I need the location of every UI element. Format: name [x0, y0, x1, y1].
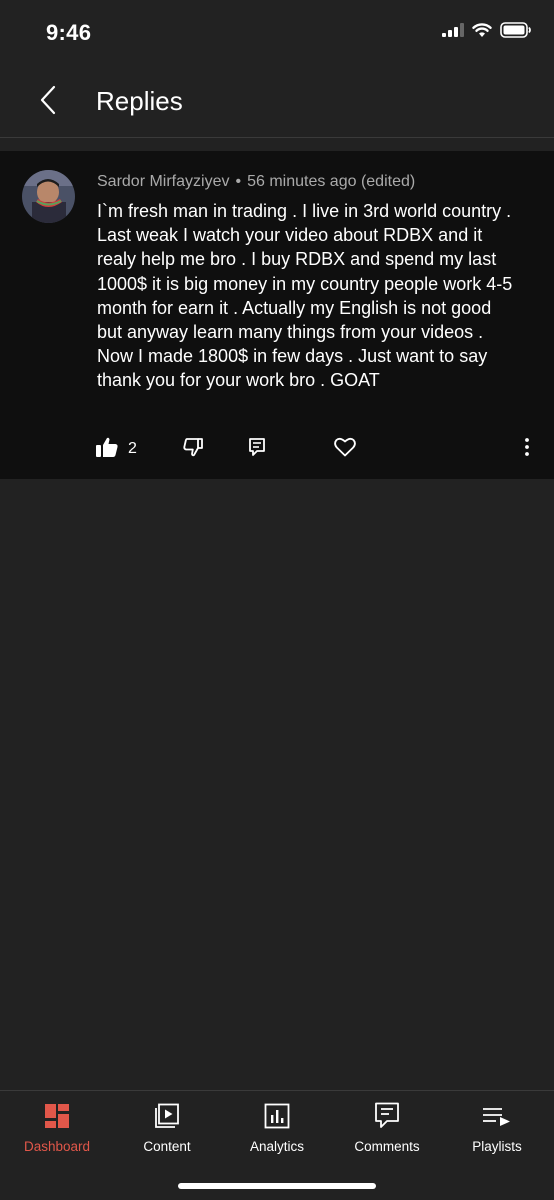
- nav-item-analytics[interactable]: Analytics: [222, 1101, 332, 1161]
- thumbs-up-icon: [96, 437, 118, 462]
- comment-text: I`m fresh man in trading . I live in 3rd…: [97, 201, 513, 391]
- battery-icon: [500, 22, 532, 43]
- status-bar: 9:46: [0, 0, 554, 66]
- header: Replies: [0, 66, 554, 138]
- nav-item-comments[interactable]: Comments: [332, 1101, 442, 1161]
- nav-label-analytics: Analytics: [249, 1139, 305, 1154]
- analytics-icon: [264, 1101, 290, 1131]
- cellular-signal-icon: [442, 23, 464, 42]
- nav-item-playlists[interactable]: Playlists: [442, 1101, 552, 1161]
- comment-card: Sardor Mirfayziyev • 56 minutes ago (edite…: [0, 151, 554, 479]
- chevron-left-icon: [39, 85, 57, 120]
- meta-separator: •: [235, 173, 242, 190]
- nav-item-dashboard[interactable]: Dashboard: [2, 1101, 112, 1161]
- reply-button[interactable]: [248, 434, 266, 464]
- comment-meta: Sardor Mirfayziyev • 56 minutes ago (edite…: [97, 173, 415, 191]
- comments-icon: [374, 1101, 400, 1131]
- nav-label-content: Content: [143, 1139, 191, 1154]
- heart-icon: [334, 437, 356, 462]
- wifi-icon: [472, 22, 492, 43]
- like-button[interactable]: 2: [96, 434, 137, 464]
- back-button[interactable]: [30, 84, 66, 120]
- thumbs-down-icon: [182, 437, 204, 462]
- content-icon: [154, 1101, 180, 1131]
- dashboard-icon: [44, 1101, 70, 1131]
- status-icons: [442, 22, 532, 43]
- more-vertical-icon: [524, 437, 530, 462]
- dislike-button[interactable]: [182, 434, 204, 464]
- replies-screen: 9:46 Replies Sardor Mirfayziyev • 56 min…: [0, 0, 554, 1200]
- heart-button[interactable]: [334, 434, 356, 464]
- more-options-button[interactable]: [524, 434, 530, 464]
- status-time: 9:46: [46, 20, 92, 45]
- comment-timestamp: 56 minutes ago (edited): [247, 173, 416, 190]
- page-title: Replies: [96, 86, 183, 116]
- reply-comment-icon: [248, 437, 266, 462]
- avatar[interactable]: [22, 170, 75, 223]
- nav-label-comments: Comments: [354, 1139, 420, 1154]
- nav-item-content[interactable]: Content: [112, 1101, 222, 1161]
- home-indicator[interactable]: [178, 1183, 376, 1189]
- nav-label-dashboard: Dashboard: [23, 1139, 91, 1154]
- comment-author[interactable]: Sardor Mirfayziyev: [97, 173, 229, 190]
- comment-actions: 2: [0, 434, 554, 464]
- nav-label-playlists: Playlists: [472, 1139, 522, 1154]
- like-count: 2: [128, 440, 137, 457]
- playlists-icon: [482, 1101, 512, 1131]
